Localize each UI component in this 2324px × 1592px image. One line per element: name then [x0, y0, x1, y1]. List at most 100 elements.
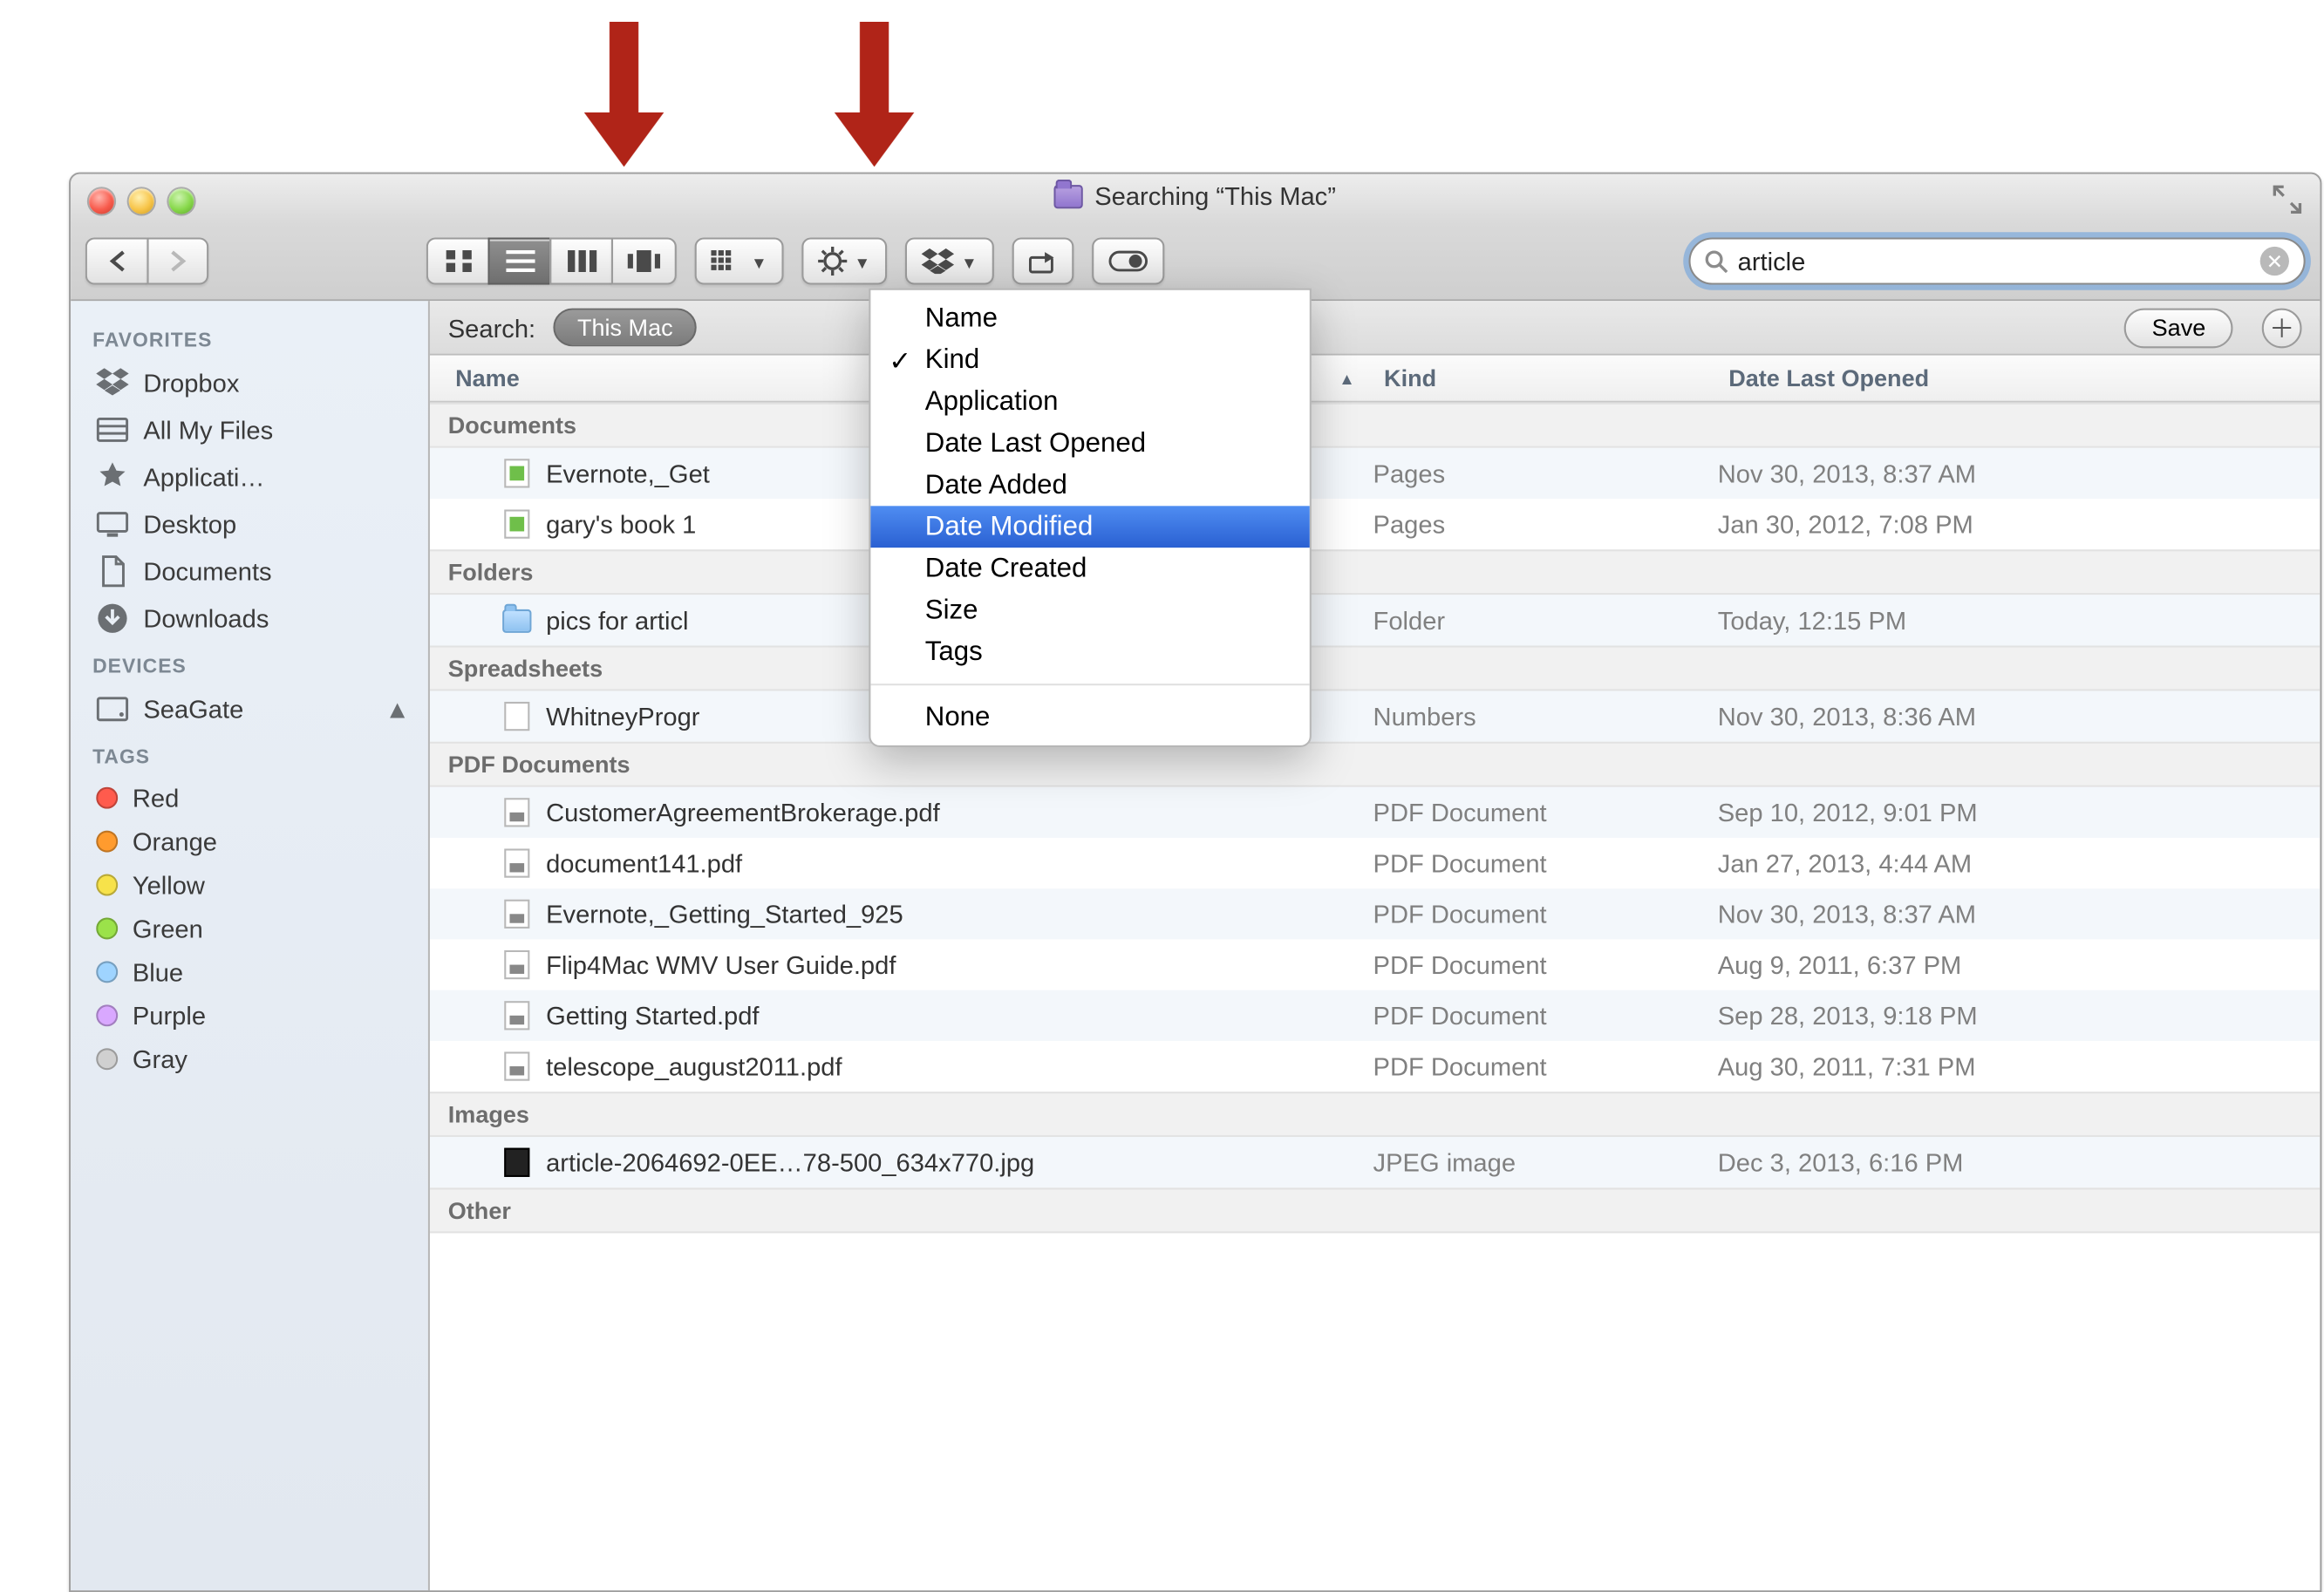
- pdf-icon: [502, 848, 531, 877]
- result-row[interactable]: article-2064692-0EE…78-500_634x770.jpgJP…: [430, 1137, 2320, 1187]
- clear-search-button[interactable]: ✕: [2260, 247, 2289, 276]
- sort-indicator-icon: ▲: [1339, 369, 1355, 387]
- file-kind: JPEG image: [1373, 1148, 1718, 1177]
- drive-icon: [96, 693, 128, 725]
- pdf-icon: [502, 1051, 531, 1080]
- column-name-label: Name: [455, 364, 520, 391]
- sidebar-item[interactable]: Applicati…: [71, 453, 428, 500]
- result-row[interactable]: Getting Started.pdfPDF DocumentSep 28, 2…: [430, 990, 2320, 1041]
- menu-item[interactable]: Name: [870, 297, 1309, 339]
- menu-item[interactable]: Date Added: [870, 464, 1309, 506]
- menu-item[interactable]: Date Modified: [870, 506, 1309, 548]
- sidebar-item[interactable]: Documents: [71, 548, 428, 595]
- sidebar-item[interactable]: Purple: [71, 994, 428, 1038]
- dropbox-button[interactable]: ▼: [905, 237, 994, 284]
- add-criteria-button[interactable]: ＋: [2262, 308, 2302, 348]
- numbers-icon: [502, 702, 531, 731]
- sidebar-item-label: All My Files: [143, 415, 273, 444]
- result-row[interactable]: telescope_august2011.pdfPDF DocumentAug …: [430, 1041, 2320, 1092]
- sidebar-item[interactable]: Gray: [71, 1038, 428, 1081]
- sidebar-item[interactable]: Yellow: [71, 863, 428, 907]
- file-kind: Folder: [1373, 606, 1718, 635]
- result-row[interactable]: pics for articlFolderToday, 12:15 PM: [430, 595, 2320, 645]
- dropbox-icon: [96, 366, 128, 398]
- result-group-header: Other: [430, 1187, 2320, 1233]
- result-group-header: Documents: [430, 403, 2320, 448]
- column-date-header[interactable]: Date Last Opened: [1718, 364, 2321, 391]
- sidebar-item[interactable]: Dropbox: [71, 359, 428, 406]
- pages-icon: [502, 509, 531, 538]
- search-field[interactable]: ✕: [1688, 237, 2305, 284]
- file-kind: PDF Document: [1373, 1051, 1718, 1080]
- share-button[interactable]: [1012, 237, 1073, 284]
- sidebar-item[interactable]: All My Files: [71, 406, 428, 453]
- file-date: Dec 3, 2013, 6:16 PM: [1718, 1148, 2321, 1177]
- tag-dot-icon: [96, 917, 118, 939]
- scope-this-mac[interactable]: This Mac: [554, 309, 697, 347]
- result-row[interactable]: Evernote,_GetPagesNov 30, 2013, 8:37 AM: [430, 448, 2320, 499]
- column-view-button[interactable]: [549, 237, 611, 284]
- sidebar-item-label: Purple: [133, 1001, 206, 1030]
- sidebar-item-label: Yellow: [133, 870, 205, 899]
- chevron-down-icon: ▼: [855, 254, 871, 272]
- result-row[interactable]: CustomerAgreementBrokerage.pdf PDF Docume…: [430, 787, 2320, 838]
- file-name: Evernote,_Getting_Started_925: [546, 900, 903, 929]
- column-kind-header[interactable]: Kind: [1373, 364, 1718, 391]
- menu-item[interactable]: Tags: [870, 631, 1309, 673]
- menu-item[interactable]: Date Last Opened: [870, 423, 1309, 465]
- file-date: Nov 30, 2013, 8:36 AM: [1718, 702, 2321, 731]
- menu-item[interactable]: Application: [870, 381, 1309, 423]
- pages-icon: [502, 459, 531, 487]
- tags-button[interactable]: [1092, 237, 1164, 284]
- result-row[interactable]: Flip4Mac WMV User Guide.pdfPDF DocumentA…: [430, 939, 2320, 990]
- list-view-button[interactable]: [488, 237, 550, 284]
- icon-view-button[interactable]: [426, 237, 488, 284]
- finder-window: Searching “This Mac”: [69, 173, 2321, 1592]
- sidebar-item-label: Dropbox: [143, 368, 239, 397]
- file-name: Evernote,_Get: [546, 459, 710, 487]
- file-date: Sep 28, 2013, 9:18 PM: [1718, 1001, 2321, 1030]
- sidebar-item[interactable]: SeaGate ▲: [71, 685, 428, 732]
- eject-icon[interactable]: ▲: [385, 695, 410, 724]
- action-button[interactable]: ▼: [801, 237, 887, 284]
- file-date: Nov 30, 2013, 8:37 AM: [1718, 459, 2321, 487]
- result-row[interactable]: document141.pdfPDF DocumentJan 27, 2013,…: [430, 838, 2320, 888]
- pdf-icon: [502, 1001, 531, 1030]
- result-row[interactable]: gary's book 1PagesJan 30, 2012, 7:08 PM: [430, 499, 2320, 549]
- back-button[interactable]: [85, 237, 147, 284]
- fullscreen-button[interactable]: [2269, 181, 2306, 218]
- result-row[interactable]: Evernote,_Getting_Started_925PDF Documen…: [430, 888, 2320, 939]
- arrange-button[interactable]: ▼: [695, 237, 784, 284]
- nav-buttons: [85, 237, 208, 284]
- desktop-icon: [96, 507, 128, 540]
- app-icon: [96, 460, 128, 493]
- file-date: Jan 27, 2013, 4:44 AM: [1718, 848, 2321, 877]
- sidebar-item-label: Desktop: [143, 509, 236, 538]
- sidebar-item[interactable]: Orange: [71, 820, 428, 863]
- sidebar-item[interactable]: Green: [71, 907, 428, 950]
- menu-item[interactable]: None: [870, 697, 1309, 738]
- menu-item[interactable]: Kind: [870, 339, 1309, 381]
- file-name: CustomerAgreementBrokerage.pdf: [546, 798, 940, 827]
- menu-item[interactable]: Size: [870, 589, 1309, 631]
- pdf-icon: [502, 798, 531, 827]
- search-icon: [1705, 249, 1728, 273]
- search-input[interactable]: [1738, 247, 2260, 276]
- result-row[interactable]: WhitneyProgrNumbersNov 30, 2013, 8:36 AM: [430, 691, 2320, 741]
- sidebar-item[interactable]: Downloads: [71, 595, 428, 642]
- coverflow-view-button[interactable]: [611, 237, 677, 284]
- sidebar-item[interactable]: Red: [71, 776, 428, 820]
- sidebar-item[interactable]: Desktop: [71, 500, 428, 548]
- menu-item[interactable]: Date Created: [870, 548, 1309, 589]
- save-search-button[interactable]: Save: [2124, 308, 2232, 348]
- main-content: Search: This Mac Save ＋ Name ▲ Kind Date…: [430, 301, 2320, 1590]
- column-headers: Name ▲ Kind Date Last Opened: [430, 356, 2320, 403]
- toolbar: ▼ ▼ ▼: [85, 232, 2306, 290]
- sidebar-item-label: Orange: [133, 827, 217, 855]
- file-kind: PDF Document: [1373, 798, 1718, 827]
- forward-button[interactable]: [147, 237, 208, 284]
- sidebar-item[interactable]: Blue: [71, 950, 428, 994]
- file-name: pics for articl: [546, 606, 688, 635]
- view-switcher: [426, 237, 677, 284]
- file-date: Aug 30, 2011, 7:31 PM: [1718, 1051, 2321, 1080]
